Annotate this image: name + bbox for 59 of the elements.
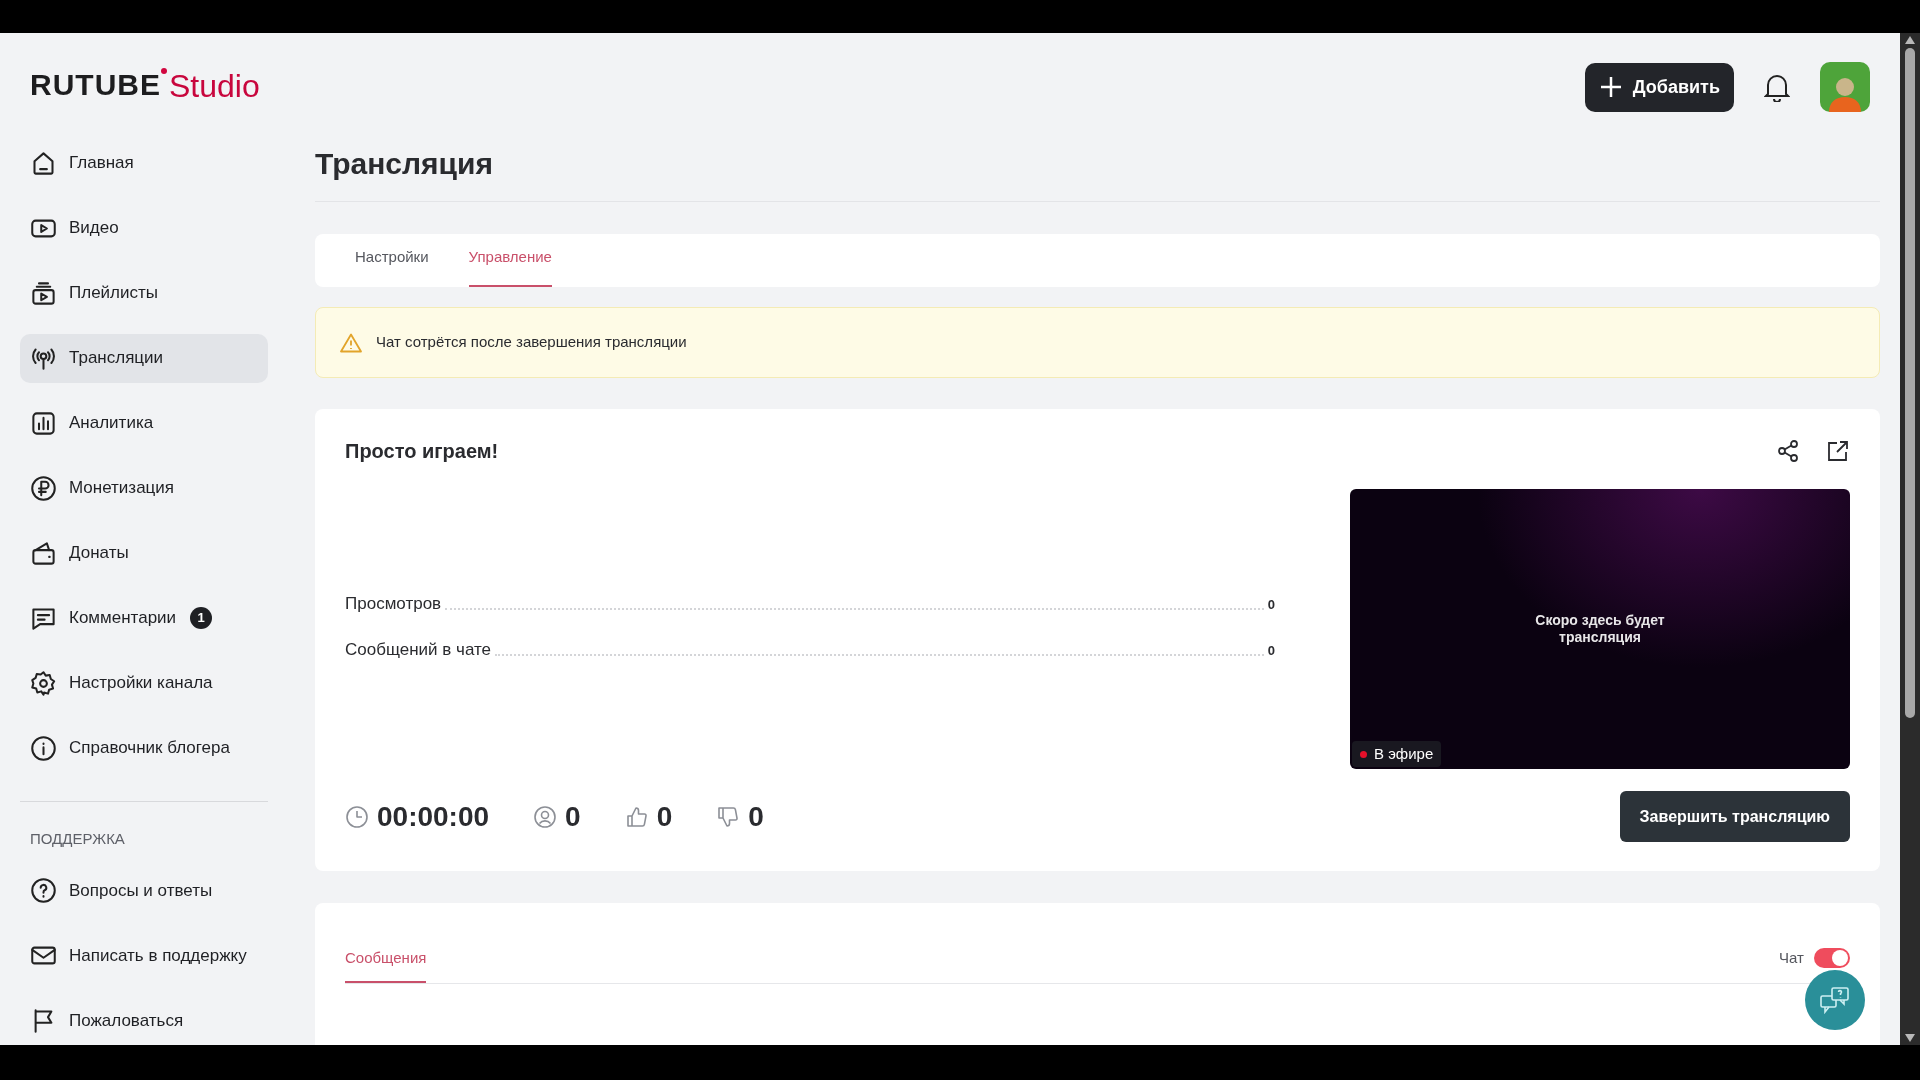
stat-label: Сообщений в чате — [345, 639, 492, 661]
rutube-studio-logo[interactable]: RUTUBE Studio — [30, 69, 260, 102]
preview-caption: Скоро здесь будет трансляция — [1534, 612, 1666, 646]
add-button[interactable]: Добавить — [1584, 62, 1734, 112]
counter-value: 0 — [565, 800, 581, 834]
external-link-icon[interactable] — [1826, 439, 1850, 463]
tab[interactable]: Настройки — [355, 243, 429, 287]
sidebar-item[interactable]: Плейлисты — [20, 268, 268, 318]
user-icon — [533, 805, 558, 829]
home-icon — [30, 149, 57, 177]
sidebar-item[interactable]: Главная — [20, 138, 268, 188]
plus-icon — [1598, 75, 1623, 99]
tab[interactable]: Управление — [468, 243, 552, 287]
thumbs-up-icon — [624, 805, 649, 829]
live-badge: В эфире — [1352, 741, 1442, 767]
sidebar-item[interactable]: Монетизация — [20, 463, 268, 513]
stat-label: Просмотров — [345, 593, 442, 615]
warning-icon — [340, 332, 362, 353]
sidebar-item[interactable]: Написать в поддержку — [20, 931, 268, 980]
playlist-icon — [30, 279, 57, 307]
settings-icon — [30, 669, 57, 697]
stat-value: 0 — [1267, 596, 1275, 614]
bar-chart-icon — [30, 409, 57, 437]
scroll-down-arrow-icon[interactable] — [1905, 1034, 1915, 1042]
page-title: Трансляция — [315, 146, 493, 182]
share-icon[interactable] — [1776, 439, 1800, 463]
counter-value: 0 — [656, 800, 673, 834]
scroll-up-arrow-icon[interactable] — [1905, 36, 1915, 44]
notification-count: 1 — [190, 607, 213, 630]
ruble-icon — [30, 474, 57, 502]
question-icon — [30, 877, 57, 904]
stream-title: Просто играем! — [345, 439, 499, 464]
chat-toggle[interactable] — [1814, 948, 1850, 968]
tab[interactable]: Сообщения — [345, 933, 427, 983]
sidebar-item[interactable]: Справочник блогера — [20, 723, 268, 773]
wallet-icon — [30, 539, 57, 567]
clock-icon — [345, 805, 369, 829]
warning-text: Чат сотрётся после завершения трансляции — [376, 332, 687, 353]
notification-bell-icon[interactable] — [1764, 72, 1790, 102]
scrollbar[interactable] — [1900, 33, 1920, 1045]
stat-value: 0 — [1267, 642, 1275, 660]
counter-value: 00:00:00 — [377, 800, 490, 834]
stream-preview[interactable]: Скоро здесь будет трансляция В эфире — [1350, 489, 1850, 769]
counter-value: 0 — [748, 800, 764, 834]
sidebar-item[interactable]: Донаты — [20, 528, 268, 578]
sidebar-item[interactable]: Пожаловаться — [20, 996, 268, 1045]
chat-bubbles-icon — [1820, 986, 1850, 1014]
chat-toggle-label: Чат — [1779, 947, 1804, 968]
end-stream-button[interactable]: Завершить трансляцию — [1619, 791, 1850, 842]
sidebar-item[interactable]: Вопросы и ответы — [20, 866, 268, 915]
sidebar-item[interactable]: Видео — [20, 203, 268, 253]
sidebar-item[interactable]: Настройки канала — [20, 658, 268, 708]
section-heading: ПОДДЕРЖКА — [30, 828, 125, 849]
sidebar-item[interactable]: Аналитика — [20, 398, 268, 448]
user-avatar[interactable] — [1820, 62, 1870, 112]
sidebar-item[interactable]: Комментарии 1 — [20, 593, 268, 643]
sidebar-item[interactable]: Трансляции — [20, 333, 268, 383]
thumbs-down-icon — [716, 805, 741, 829]
info-icon — [30, 734, 57, 762]
